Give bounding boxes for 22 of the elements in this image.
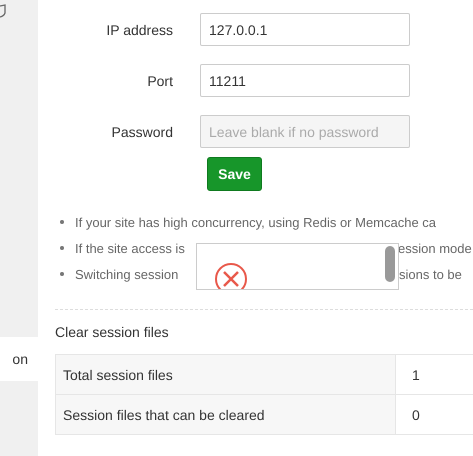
note-text: If your site has high concurrency, using Redis or Memcache ca [75,214,436,230]
table-cell: Session files that can be cleared [56,394,396,434]
field-label: Port [146,72,173,88]
bullet-icon [60,246,64,250]
text-field[interactable]: 11211 [200,64,410,97]
section-title: Clear session files [55,324,170,340]
scrollbar[interactable] [385,246,395,282]
bullet-icon [60,272,64,276]
text-field[interactable]: 127.0.0.1 [200,13,410,46]
table-cell: 1 [396,354,473,394]
field-label: IP address [105,22,173,38]
note-text: If the site access is [75,240,185,256]
error-icon [214,262,248,289]
table-cell: 0 [396,394,473,434]
save-button[interactable]: Save [207,157,262,191]
bullet-icon [60,220,64,224]
table-cell: Total session files [56,354,396,394]
sidebar-item[interactable]: on [0,337,38,381]
field-label: Password [110,124,173,140]
note-text: sions to be [399,266,462,282]
note-text: Switching session [75,266,178,282]
note-text: ession mode [398,240,472,256]
